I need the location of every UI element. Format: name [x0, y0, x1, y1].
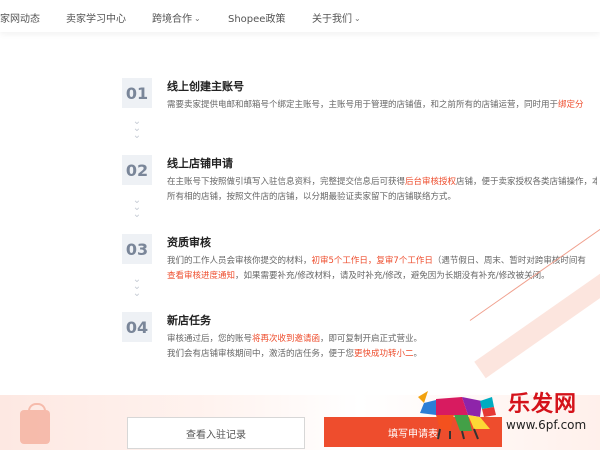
nav-item-learning-center[interactable]: 卖家学习中心	[66, 10, 126, 25]
step-title: 线上店铺申请	[167, 157, 233, 170]
nav-item-news[interactable]: 家网动态	[0, 10, 40, 25]
step-title: 线上创建主账号	[167, 80, 244, 93]
step-description: 在主账号下按照做引填写入驻信息资料，完整提交信息后可获得后台审核授权店铺，便于卖…	[167, 177, 597, 202]
chevron-down-icon: ⌄	[194, 14, 201, 23]
watermark: 乐发网 www.6pf.com	[410, 380, 600, 450]
step-title: 新店任务	[167, 314, 211, 327]
chevrons-down-icon: ⌄ ⌄ ⌄	[132, 274, 142, 299]
step-number: 03	[122, 234, 152, 264]
chevrons-down-icon: ⌄ ⌄ ⌄	[132, 195, 142, 220]
nav-item-cooperation[interactable]: 跨境合作 ⌄	[152, 10, 201, 25]
watermark-url: www.6pf.com	[506, 418, 587, 432]
nav-item-shopee-policy[interactable]: Shopee政策	[228, 10, 285, 25]
shopping-bag-icon	[20, 403, 50, 444]
chevrons-down-icon: ⌄ ⌄ ⌄	[132, 116, 142, 141]
step-description: 需要卖家提供电邮和邮箱号个绑定主账号，主账号用于管理的店铺值，和之前所有的店铺运…	[167, 100, 584, 110]
watermark-brand: 乐发网	[508, 391, 578, 417]
step-number: 02	[122, 155, 152, 185]
step-description: 我们的工作人员会审核你提交的材料，初审5个工作日，复审7个工作日（遇节假日、周末…	[167, 256, 586, 281]
step-number: 04	[122, 312, 152, 342]
step-number: 01	[122, 78, 152, 108]
view-records-button[interactable]: 查看入驻记录	[127, 417, 305, 449]
nav-item-about-us[interactable]: 关于我们 ⌄	[312, 10, 361, 25]
top-nav: 家网动态 卖家学习中心 跨境合作 ⌄ Shopee政策 关于我们 ⌄	[0, 0, 600, 32]
step-title: 资质审核	[167, 236, 211, 249]
bull-logo-icon	[418, 391, 496, 440]
chevron-down-icon: ⌄	[354, 14, 361, 23]
